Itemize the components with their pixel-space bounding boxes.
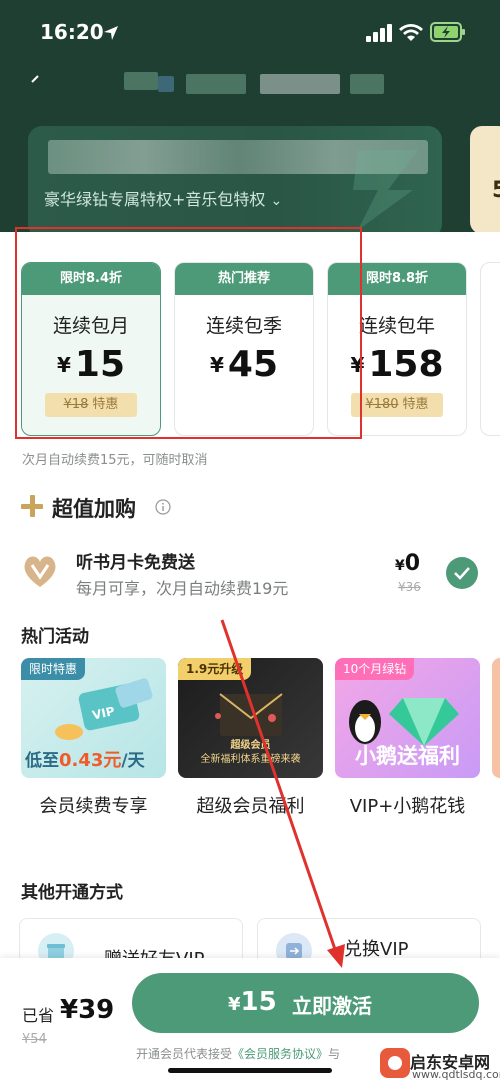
cellular-signal-icon [366,24,392,42]
activity-label: 会员续费专享 [39,796,148,817]
addon-price: ¥0 [395,551,420,576]
addon-title: 听书月卡免费送 [76,553,195,573]
cta-price: ¥15 [228,987,277,1017]
status-bar: 16:20 [0,0,500,64]
cta-label: 立即激活 [292,994,372,1018]
pixelated-user-name [260,74,340,94]
activity-art-subtext: 全新福利体系重磅来袭 [200,754,301,765]
addon-section-title: 超值加购 [52,497,136,521]
activity-art-prefix: 低至 [25,751,59,771]
activity-label: 超级会员福利 [196,796,305,817]
privilege-text: 豪华绿钻专属特权+音乐包特权 [44,190,266,209]
activity-art-text: 超级会员 [230,740,271,751]
cta-price-value: 15 [240,987,277,1017]
activity-label: VIP+小鹅花钱 [349,796,466,817]
activity-art-text: 小鹅送福利 [355,744,460,768]
renew-note: 次月自动续费15元，可随时取消 [22,453,208,468]
agreement-suffix: 与 [328,1047,341,1061]
activity-card-peek[interactable] [492,658,500,778]
activity-card-penguin[interactable]: 10个月绿钻 小鹅送福利 [335,658,480,778]
audiobook-heart-icon [24,556,56,587]
activity-art-text: 低至0.43元/天 [25,746,145,772]
privilege-dropdown[interactable]: 豪华绿钻专属特权+音乐包特权 ⌄ [44,186,282,210]
home-indicator [168,1068,332,1073]
addon-currency: ¥ [395,558,405,574]
addon-old-price: ¥36 [398,580,421,594]
pixelated-user-name [124,72,158,90]
annotation-highlight-box [15,227,362,439]
activity-art-suffix: /天 [121,751,145,771]
cta-currency: ¥ [228,994,241,1015]
next-card-number: 5 [492,178,500,203]
location-arrow-icon [104,26,118,40]
activate-now-button[interactable]: ¥15 立即激活 [132,973,479,1033]
info-icon[interactable] [155,499,171,515]
activity-art-highlight: 0.43元 [59,750,122,771]
back-chevron-icon[interactable] [28,72,42,92]
chevron-down-icon: ⌄ [270,193,283,209]
status-time: 16:20 [40,20,104,44]
addon-subtitle: 每月可享，次月自动续费19元 [76,579,289,598]
activities-section-title: 热门活动 [21,627,89,647]
saved-label: 已省 [22,1006,55,1025]
checkmark-icon [454,567,470,580]
lightning-logo-icon [353,150,418,230]
pixelated-user-name [350,74,384,94]
pixelated-user-name [158,76,174,92]
plus-icon [21,495,43,517]
activity-card-renew[interactable]: 限时特惠 VIP 低至0.43元/天 [21,658,166,778]
wifi-icon [399,24,423,41]
plan-card-peek[interactable] [480,262,500,436]
plan-old-price: ¥180 [365,397,399,412]
agreement-prefix: 开通会员代表接受 [136,1047,233,1061]
agreement-text: 开通会员代表接受《会员服务协议》与 [136,1045,340,1062]
service-agreement-link[interactable]: 《会员服务协议》 [232,1047,328,1061]
other-ways-section-title: 其他开通方式 [21,883,123,903]
addon-price-value: 0 [404,551,421,576]
plan-deal-text: 特惠 [402,397,429,412]
activity-card-super[interactable]: 1.9元升级 超级会员 全新福利体系重磅来袭 [178,658,323,778]
saved-amount: ¥39 [60,995,115,1025]
addon-checkbox[interactable] [446,557,478,589]
pixelated-user-name [186,74,246,94]
battery-charging-icon [430,22,465,42]
watermark-url: www.qdtlsdq.com [412,1068,500,1081]
saved-original-price: ¥54 [22,1032,47,1047]
plan-deal-badge: ¥180 特惠 [351,393,443,417]
plan-price-value: 158 [368,344,444,385]
